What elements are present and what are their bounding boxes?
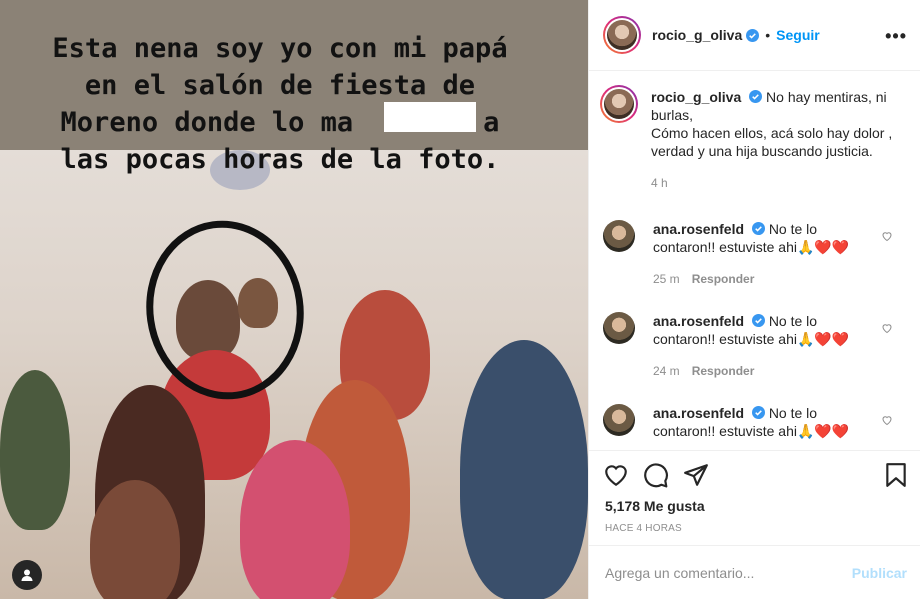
like-comment-heart-icon[interactable] <box>881 230 893 242</box>
caption-line-1: Esta nena soy yo con mi papá <box>52 33 508 64</box>
post-side-panel: rocio_g_oliva • Seguir ••• rocio_g_oliva… <box>588 0 920 599</box>
verified-badge-icon <box>751 222 765 235</box>
person-child-left <box>90 480 180 599</box>
author-username[interactable]: rocio_g_oliva <box>652 27 742 43</box>
caption-line-3: Moreno donde lo ma a <box>60 107 500 138</box>
story-caption: Esta nena soy yo con mi papá en el salón… <box>0 30 560 178</box>
caption-author-username[interactable]: rocio_g_oliva <box>651 89 741 105</box>
likes-count[interactable]: 5,178 Me gusta <box>605 498 705 514</box>
commenter-avatar[interactable] <box>603 312 635 344</box>
caption-text-line-2: Cómo hacen ellos, acá solo hay dolor , <box>651 125 893 141</box>
bookmark-icon[interactable] <box>883 462 909 488</box>
post-actions: 5,178 Me gusta HACE 4 HORAS <box>589 450 920 545</box>
action-icons <box>603 462 709 488</box>
caption-line-2: en el salón de fiesta de <box>84 70 476 101</box>
post-photo[interactable]: Esta nena soy yo con mi papá en el salón… <box>0 0 588 599</box>
comment-item: ana.rosenfeld No te lo contaron!! estuvi… <box>603 220 907 288</box>
caption-text-line-3: verdad y una hija buscando justicia. <box>651 143 873 159</box>
commenter-username[interactable]: ana.rosenfeld <box>653 221 744 237</box>
commenter-username[interactable]: ana.rosenfeld <box>653 405 744 421</box>
share-icon[interactable] <box>683 462 709 488</box>
comment-icon[interactable] <box>643 462 669 488</box>
comment-time: 24 m <box>653 364 680 378</box>
author-avatar[interactable] <box>603 16 641 54</box>
verified-badge-icon <box>746 28 760 42</box>
caption-time: 4 h <box>651 176 668 190</box>
like-comment-heart-icon[interactable] <box>881 322 893 334</box>
commenter-username[interactable]: ana.rosenfeld <box>653 313 744 329</box>
person-edge-left <box>0 370 70 530</box>
person-child-front <box>240 440 350 599</box>
post-timestamp: HACE 4 HORAS <box>605 523 682 534</box>
comment-item: ana.rosenfeld No te lo contaron!! estuvi… <box>603 312 907 380</box>
comment-time: 25 m <box>653 272 680 286</box>
comment-meta: 24 m Responder <box>653 362 863 380</box>
add-comment-bar: Publicar <box>589 545 920 599</box>
like-comment-heart-icon[interactable] <box>881 414 893 426</box>
post-header: rocio_g_oliva • Seguir ••• <box>589 0 920 71</box>
bookmark-button[interactable] <box>883 462 909 491</box>
commenter-avatar[interactable] <box>603 404 635 436</box>
verified-badge-icon <box>751 406 765 419</box>
reply-button[interactable]: Responder <box>692 364 755 378</box>
separator-dot: • <box>765 27 771 43</box>
person-man-right <box>460 340 588 599</box>
comment-input[interactable] <box>605 564 845 581</box>
caption-line-4: las pocas horas de la foto. <box>60 144 500 175</box>
user-icon <box>21 569 33 581</box>
verified-badge-icon <box>749 90 763 103</box>
publish-button[interactable]: Publicar <box>852 565 907 581</box>
drawn-circle-annotation <box>146 220 304 400</box>
more-options-icon[interactable]: ••• <box>885 26 907 47</box>
follow-button[interactable]: Seguir <box>776 27 820 43</box>
comment-meta: 25 m Responder <box>653 270 863 288</box>
reply-button[interactable]: Responder <box>692 272 755 286</box>
comment-item: ana.rosenfeld No te lo contaron!! estuvi… <box>603 404 907 440</box>
verified-badge-icon <box>751 314 765 327</box>
commenter-avatar[interactable] <box>603 220 635 252</box>
post-caption: rocio_g_oliva No hay mentiras, ni burlas… <box>600 85 907 192</box>
tagged-people-button[interactable] <box>12 560 42 590</box>
caption-redaction <box>384 102 476 132</box>
comments-list[interactable]: rocio_g_oliva No hay mentiras, ni burlas… <box>589 72 920 450</box>
caption-author-avatar[interactable] <box>600 85 638 123</box>
heart-icon[interactable] <box>603 462 629 488</box>
